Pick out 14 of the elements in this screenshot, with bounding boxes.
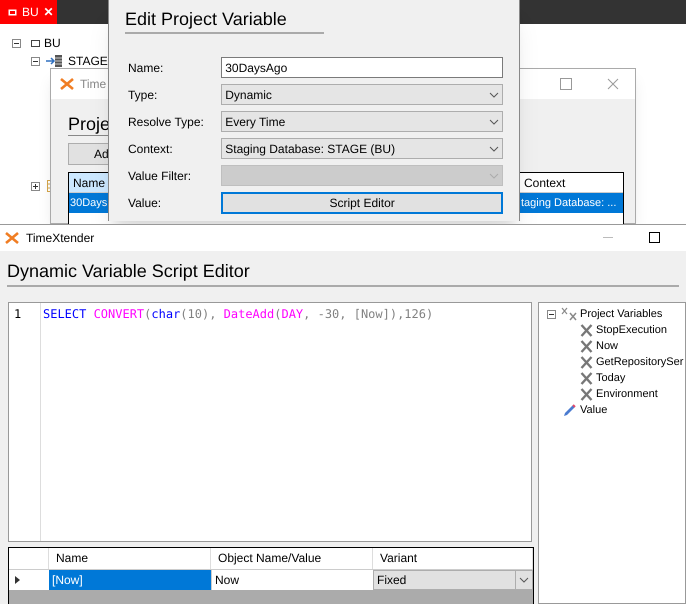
page-heading: Proje [68,113,110,136]
field-label: Type: [127,86,158,104]
dialog-title: Edit Project Variable [125,8,288,31]
field-label: Context: [127,140,174,158]
code-line: SELECT CONVERT(char(10), DateAdd(DAY, -30, [Now]),126) [43,306,434,322]
window-title: TimeXtender [26,230,94,247]
window-title: Time [80,76,106,93]
field-label: Name: [127,60,164,76]
field-label: Resolve Type: [127,114,205,130]
tab-label: BU [22,4,39,21]
line-number: 1 [14,306,22,322]
page-heading: Dynamic Variable Script Editor [6,260,251,282]
field-label: Value: [127,194,162,212]
field-label: Value Filter: [127,168,192,184]
